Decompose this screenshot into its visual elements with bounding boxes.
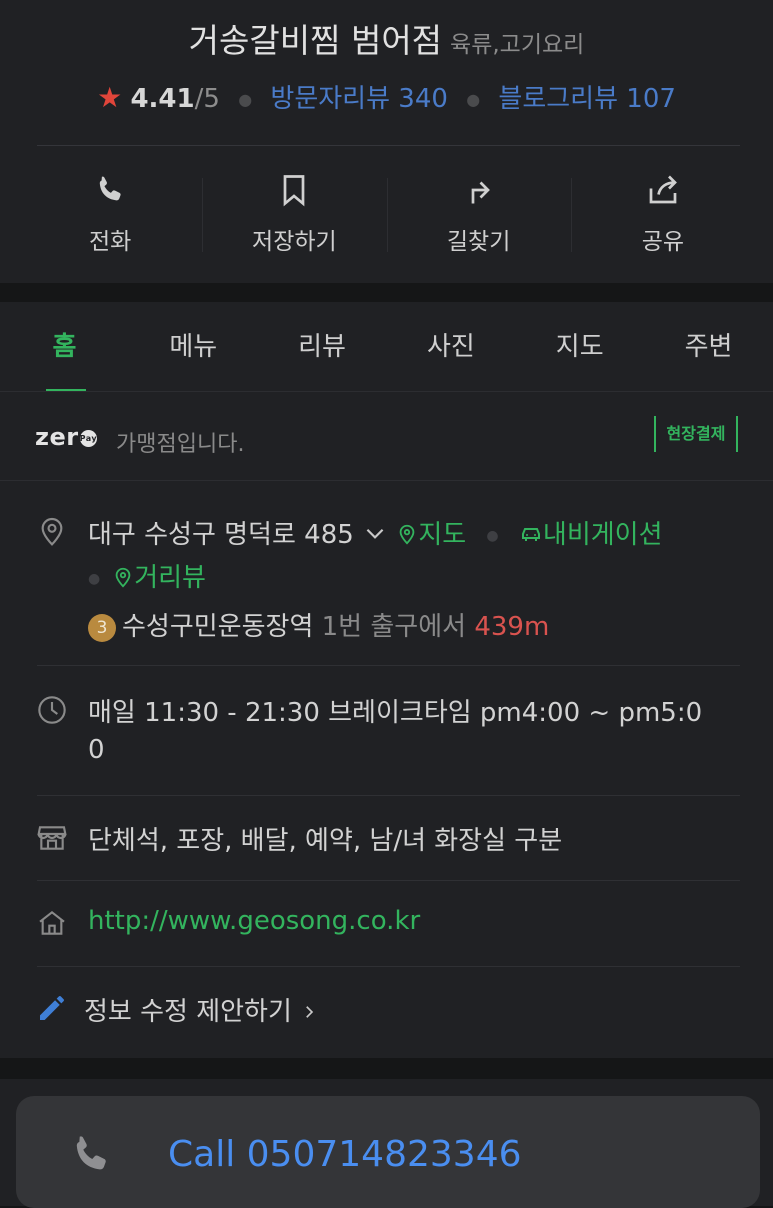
- rating-score: 4.41: [130, 84, 195, 114]
- directions-label: 길찾기: [446, 229, 511, 255]
- directions-arrow-icon: [471, 181, 490, 204]
- home-icon: [39, 910, 65, 935]
- tab-reviews[interactable]: 리뷰: [258, 302, 387, 392]
- street-view-link[interactable]: 거리뷰: [112, 563, 206, 593]
- home-panel: 홈 메뉴 리뷰 사진 지도 주변 zerPay 가맹점입니다. 현장결제 대구 …: [0, 302, 773, 1058]
- call-label: 전화: [88, 229, 132, 255]
- directions-button[interactable]: 길찾기: [386, 170, 571, 260]
- map-pin-icon: [399, 524, 415, 545]
- tab-map[interactable]: 지도: [515, 302, 644, 392]
- save-label: 저장하기: [252, 229, 337, 255]
- phone-icon: [99, 176, 121, 201]
- info-divider: [37, 880, 740, 881]
- pencil-icon: [40, 996, 64, 1020]
- call-number-button[interactable]: Call 050714823346: [16, 1096, 760, 1208]
- section-divider: [0, 480, 773, 481]
- bookmark-icon: [284, 175, 305, 207]
- blog-reviews-link[interactable]: 블로그리뷰 107: [498, 84, 676, 114]
- chevron-down-icon[interactable]: [362, 520, 388, 546]
- car-icon: [521, 528, 540, 541]
- edit-suggestion-link[interactable]: 정보 수정 제안하기: [84, 991, 318, 1028]
- tab-menu[interactable]: 메뉴: [129, 302, 258, 392]
- zero-pay-text: 가맹점입니다.: [116, 432, 245, 457]
- zero-pay-row: zerPay 가맹점입니다. 현장결제: [0, 392, 773, 480]
- star-icon: ★: [97, 81, 123, 114]
- exit-text: 1번 출구에서: [321, 612, 467, 642]
- hours-line-1[interactable]: 매일 11:30 - 21:30 브레이크타임 pm4:00 ~ pm5:0: [88, 692, 702, 729]
- tab-photos[interactable]: 사진: [386, 302, 515, 392]
- onsite-payment-badge: 현장결제: [654, 416, 738, 452]
- distance-text: 439m: [474, 612, 550, 642]
- subway-row: 3 수성구민운동장역 1번 출구에서 439m: [88, 606, 549, 643]
- tab-bar: 홈 메뉴 리뷰 사진 지도 주변: [0, 302, 773, 392]
- call-sheet: Call 050714823346: [0, 1079, 773, 1208]
- share-button[interactable]: 공유: [570, 170, 755, 260]
- save-button[interactable]: 저장하기: [202, 170, 386, 260]
- website-link[interactable]: http://www.geosong.co.kr: [88, 906, 420, 936]
- place-title: 거송갈비찜 범어점: [188, 21, 443, 60]
- place-category: 육류,고기요리: [450, 32, 585, 58]
- address-row: 대구 수성구 명덕로 485 지도 ● 내비게이션: [88, 514, 663, 551]
- subway-line-badge: 3: [88, 614, 116, 642]
- separator-dot: ●: [486, 527, 499, 544]
- header-divider: [37, 145, 740, 146]
- hours-line-2[interactable]: 0: [88, 735, 105, 765]
- share-icon: [649, 175, 677, 204]
- location-pin-icon: [41, 517, 63, 546]
- street-view-row: ● 거리뷰: [88, 557, 206, 594]
- info-divider: [37, 795, 740, 796]
- tab-home[interactable]: 홈: [0, 302, 129, 392]
- info-divider: [37, 966, 740, 967]
- street-view-pin-icon: [115, 567, 131, 588]
- tab-nearby[interactable]: 주변: [644, 302, 773, 392]
- rating-max: /5: [194, 84, 220, 114]
- call-number-label: Call 050714823346: [168, 1134, 522, 1175]
- navigation-link[interactable]: 내비게이션: [519, 520, 663, 550]
- separator-dot: ●: [88, 570, 101, 587]
- place-header: 거송갈비찜 범어점 육류,고기요리 ★ 4.41/5 ● 방문자리뷰 340 ● …: [0, 0, 773, 283]
- store-icon: [37, 826, 67, 850]
- station-name: 수성구민운동장역: [122, 612, 314, 642]
- amenities-text: 단체석, 포장, 배달, 예약, 남/녀 화장실 구분: [88, 826, 563, 856]
- chevron-right-icon: [306, 1006, 314, 1018]
- action-bar: 전화 저장하기 길찾기 공유: [18, 170, 755, 260]
- address-text[interactable]: 대구 수성구 명덕로 485: [88, 520, 354, 550]
- info-divider: [37, 665, 740, 666]
- share-label: 공유: [641, 229, 685, 255]
- zero-pay-logo: zerPay: [35, 423, 98, 451]
- call-button[interactable]: 전화: [18, 170, 202, 260]
- visitor-reviews-link[interactable]: 방문자리뷰 340: [270, 84, 448, 114]
- phone-icon: [76, 1136, 106, 1170]
- rating-row: ★ 4.41/5 ● 방문자리뷰 340 ● 블로그리뷰 107: [0, 78, 773, 115]
- separator-dot: ●: [238, 90, 253, 109]
- clock-icon: [38, 696, 66, 724]
- title-row: 거송갈비찜 범어점 육류,고기요리: [0, 14, 773, 62]
- separator-dot: ●: [466, 90, 481, 109]
- map-link[interactable]: 지도: [396, 520, 466, 550]
